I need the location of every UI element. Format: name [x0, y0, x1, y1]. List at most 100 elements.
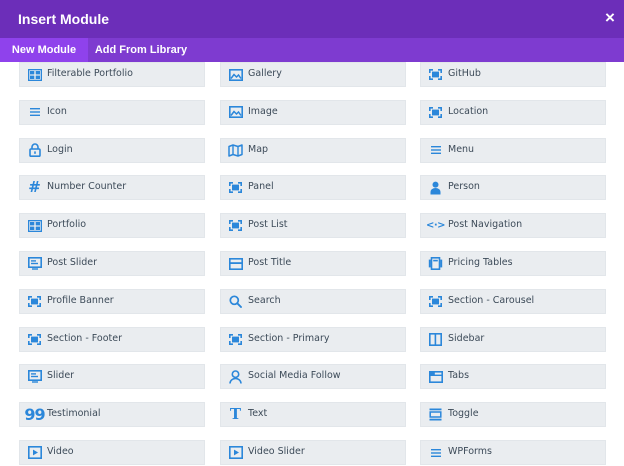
module-item-section-primary[interactable]: Section - Primary [220, 326, 406, 352]
module-item-slider[interactable]: Slider [19, 364, 205, 390]
lock-icon [27, 143, 42, 158]
module-label: Login [47, 143, 73, 155]
module-grid[interactable]: Filterable Portfolio Gallery GitHub Icon Ima… [0, 62, 624, 466]
slider-icon [27, 369, 42, 384]
module-label: Portfolio [47, 219, 87, 231]
grid-icon [27, 67, 42, 82]
module-item-map[interactable]: Map [220, 137, 406, 163]
image-icon [228, 105, 243, 120]
module-label: Number Counter [47, 181, 127, 193]
module-icon [428, 67, 443, 82]
module-item-login[interactable]: Login [19, 137, 205, 163]
module-item-location[interactable]: Location [420, 99, 606, 125]
toggle-icon [428, 407, 443, 422]
module-item-person[interactable]: Person [420, 175, 606, 201]
module-label: Sidebar [448, 332, 485, 344]
image-icon [228, 67, 243, 82]
module-label: Slider [47, 370, 75, 382]
module-item-profile-banner[interactable]: Profile Banner [19, 288, 205, 314]
module-item-panel[interactable]: Panel [220, 175, 406, 201]
module-item-wpforms[interactable]: WPForms [420, 440, 606, 465]
module-item-post-title[interactable]: Post Title [220, 251, 406, 276]
lines-icon [428, 445, 443, 460]
module-label: Section - Primary [248, 332, 330, 344]
title-icon [228, 256, 243, 271]
module-icon [228, 180, 243, 195]
module-item-tabs[interactable]: Tabs [420, 364, 606, 390]
module-item-video[interactable]: Video [19, 440, 205, 465]
module-item-github[interactable]: GitHub [420, 62, 606, 87]
module-label: Social Media Follow [248, 370, 341, 382]
module-item-search[interactable]: Search [220, 288, 406, 314]
module-label: Menu [448, 143, 475, 155]
module-label: Profile Banner [47, 294, 114, 306]
person-outline-icon [228, 369, 243, 384]
module-icon [428, 105, 443, 120]
module-item-post-navigation[interactable]: <·> Post Navigation [420, 213, 606, 239]
module-item-social-media-follow[interactable]: Social Media Follow [220, 364, 406, 390]
module-label: Gallery [248, 68, 282, 79]
module-label: WPForms [448, 446, 493, 457]
video-icon [27, 445, 42, 460]
module-item-post-list[interactable]: Post List [220, 213, 406, 239]
tab-bar: New Module Add From Library [0, 38, 624, 62]
module-item-post-slider[interactable]: Post Slider [19, 251, 205, 276]
tab-new-module[interactable]: New Module [0, 38, 88, 62]
code-icon: <·> [425, 220, 446, 232]
module-label: Text [248, 408, 268, 420]
module-label: Post List [248, 219, 288, 231]
module-label: Panel [248, 181, 274, 193]
dialog-header: Insert Module × [0, 0, 624, 38]
lines-icon [27, 105, 42, 120]
module-item-section-footer[interactable]: Section - Footer [19, 326, 205, 352]
module-label: Image [248, 105, 278, 117]
pricing-icon [428, 256, 443, 271]
module-icon [228, 332, 243, 347]
module-item-pricing-tables[interactable]: Pricing Tables [420, 251, 606, 276]
module-label: Section - Carousel [448, 294, 535, 306]
module-label: Person [448, 181, 480, 193]
module-item-icon[interactable]: Icon [19, 99, 205, 125]
module-item-image[interactable]: Image [220, 99, 406, 125]
module-item-section-carousel[interactable]: Section - Carousel [420, 288, 606, 314]
module-label: Location [448, 105, 489, 117]
module-label: Testimonial [47, 408, 101, 420]
module-item-menu[interactable]: Menu [420, 137, 606, 163]
module-label: Tabs [448, 370, 470, 382]
lines-icon [428, 143, 443, 158]
search-icon [228, 294, 243, 309]
hash-icon: # [28, 178, 41, 197]
module-icon [27, 294, 42, 309]
module-item-portfolio[interactable]: Portfolio [19, 213, 205, 239]
module-item-sidebar[interactable]: Sidebar [420, 326, 606, 352]
module-item-toggle[interactable]: Toggle [420, 402, 606, 428]
tabs-icon [428, 369, 443, 384]
module-label: Section - Footer [47, 332, 122, 344]
module-label: Icon [47, 105, 67, 117]
map-icon [228, 143, 243, 158]
module-icon [228, 218, 243, 233]
module-icon [428, 294, 443, 309]
module-label: Pricing Tables [448, 257, 513, 268]
module-label: Post Title [248, 257, 292, 268]
dialog-title: Insert Module [18, 11, 110, 27]
sidebar-icon [428, 332, 443, 347]
module-label: GitHub [448, 68, 481, 79]
module-label: Filterable Portfolio [47, 68, 133, 79]
module-item-filterable-portfolio[interactable]: Filterable Portfolio [19, 62, 205, 87]
module-item-number-counter[interactable]: # Number Counter [19, 175, 205, 201]
module-icon [27, 332, 42, 347]
person-icon [428, 180, 443, 195]
module-label: Post Slider [47, 257, 97, 268]
insert-module-dialog: Insert Module × New Module Add From Libr… [0, 0, 624, 466]
module-label: Post Navigation [448, 219, 523, 231]
text-icon: T [229, 405, 242, 424]
quote-icon: 99 [24, 405, 45, 425]
module-item-text[interactable]: T Text [220, 402, 406, 428]
close-icon[interactable]: × [602, 9, 618, 27]
tab-add-from-library[interactable]: Add From Library [88, 38, 194, 62]
module-label: Map [248, 143, 269, 155]
module-item-testimonial[interactable]: 99 Testimonial [19, 402, 205, 428]
module-item-video-slider[interactable]: Video Slider [220, 440, 406, 465]
module-item-gallery[interactable]: Gallery [220, 62, 406, 87]
